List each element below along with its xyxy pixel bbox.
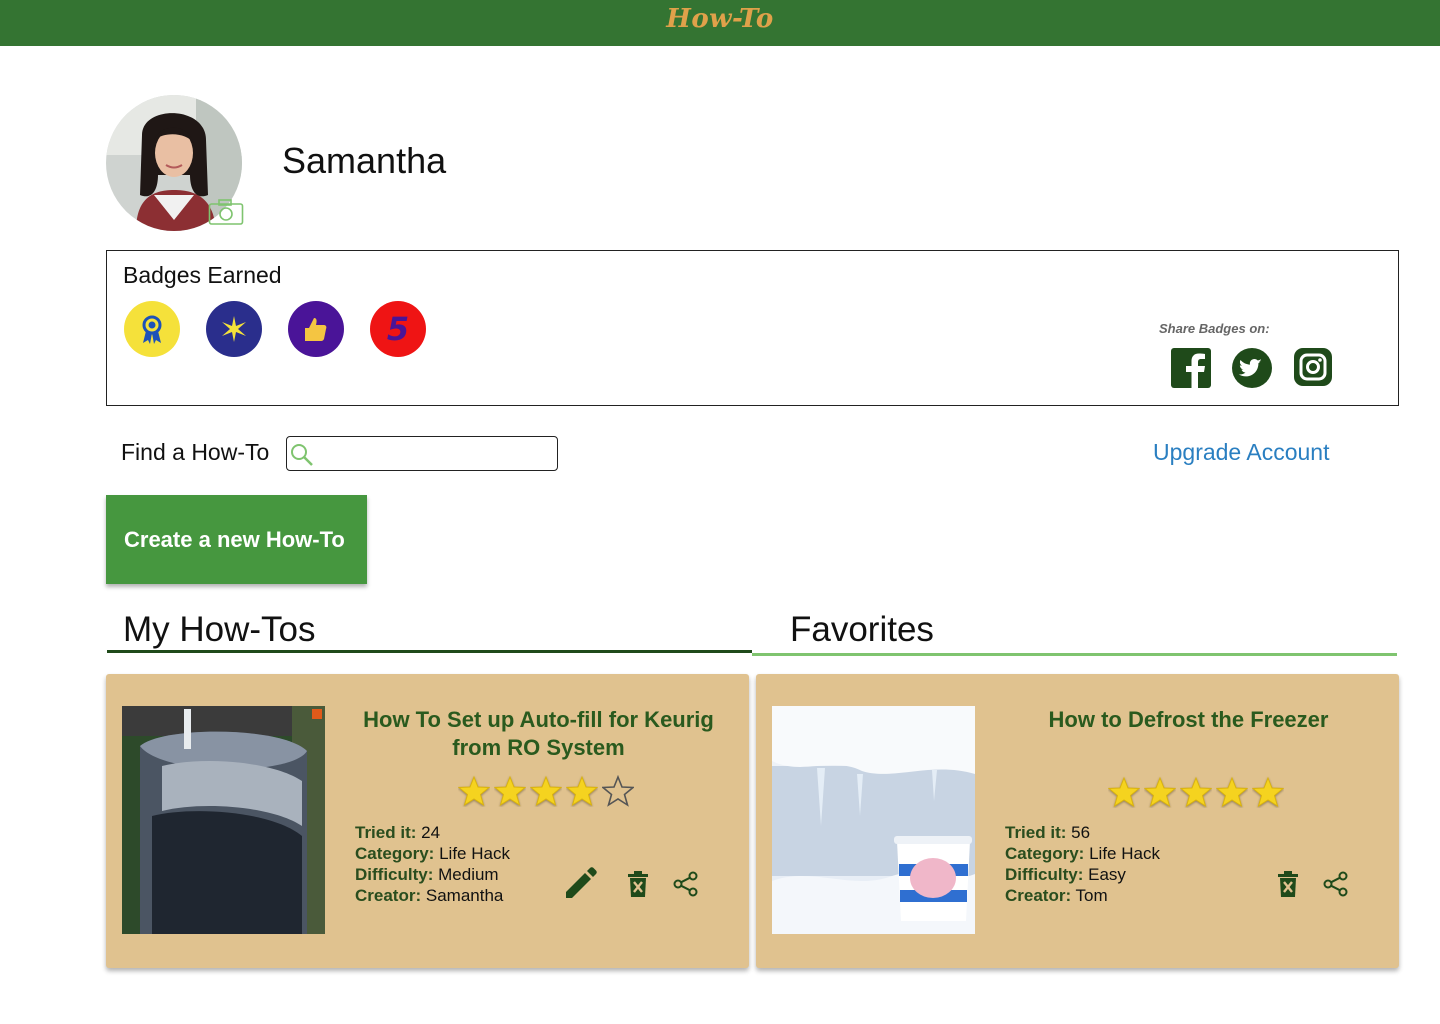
creator-value: Tom xyxy=(1075,886,1108,905)
star-filled-icon xyxy=(458,775,490,807)
star-filled-icon xyxy=(1144,776,1176,808)
tried-label: Tried it: xyxy=(355,823,417,842)
profile-name: Samantha xyxy=(282,140,447,181)
category-label: Category: xyxy=(355,844,435,863)
star-filled-icon xyxy=(1252,776,1284,808)
tried-value: 24 xyxy=(421,823,441,842)
creator-row: Creator: Tom xyxy=(1005,885,1160,906)
star-filled-icon xyxy=(530,775,562,807)
tried-label: Tried it: xyxy=(1005,823,1067,842)
facebook-icon[interactable] xyxy=(1170,347,1212,389)
upgrade-account-link[interactable]: Upgrade Account xyxy=(1153,439,1329,466)
share-icon[interactable] xyxy=(1323,871,1349,902)
tried-value: 56 xyxy=(1071,823,1091,842)
camera-icon[interactable] xyxy=(208,198,244,226)
category-row: Category: Life Hack xyxy=(355,843,510,864)
favorite-card[interactable]: How to Defrost the Freezer Tried it: 56 … xyxy=(756,674,1399,968)
difficulty-row: Difficulty: Easy xyxy=(1005,864,1160,885)
five-badge-icon[interactable]: 5 xyxy=(370,301,426,357)
instagram-icon[interactable] xyxy=(1293,347,1335,389)
category-value: Life Hack xyxy=(1089,844,1160,863)
share-badges-label: Share Badges on: xyxy=(1159,321,1270,336)
category-row: Category: Life Hack xyxy=(1005,843,1160,864)
app-logo[interactable]: How-To xyxy=(0,4,1440,34)
tried-row: Tried it: 24 xyxy=(355,822,510,843)
difficulty-value: Medium xyxy=(438,865,499,884)
difficulty-label: Difficulty: xyxy=(355,865,434,884)
tab-underline-active xyxy=(107,650,752,653)
rating-stars xyxy=(458,775,634,807)
freezer-image xyxy=(772,706,975,934)
search-input[interactable] xyxy=(319,441,551,465)
star-burst-badge-icon[interactable] xyxy=(206,301,262,357)
twitter-icon[interactable] xyxy=(1231,347,1273,389)
tab-favorites[interactable]: Favorites xyxy=(790,610,934,650)
difficulty-value: Easy xyxy=(1088,865,1126,884)
category-value: Life Hack xyxy=(439,844,510,863)
creator-label: Creator: xyxy=(355,886,422,905)
howto-meta: Tried it: 24 Category: Life Hack Difficu… xyxy=(355,822,510,906)
star-filled-icon xyxy=(1108,776,1140,808)
star-filled-icon xyxy=(566,775,598,807)
share-icon[interactable] xyxy=(673,871,699,902)
search-box[interactable] xyxy=(286,436,558,471)
top-bar: How-To xyxy=(0,0,1440,46)
favorite-meta: Tried it: 56 Category: Life Hack Difficu… xyxy=(1005,822,1160,906)
find-howto-label: Find a How-To xyxy=(121,439,270,465)
difficulty-label: Difficulty: xyxy=(1005,865,1084,884)
star-filled-icon xyxy=(1216,776,1248,808)
tab-underline-inactive xyxy=(752,653,1397,656)
badges-title: Badges Earned xyxy=(123,262,282,288)
difficulty-row: Difficulty: Medium xyxy=(355,864,510,885)
star-empty-icon xyxy=(602,775,634,807)
edit-icon[interactable] xyxy=(562,864,600,907)
ribbon-badge-icon[interactable] xyxy=(124,301,180,357)
creator-label: Creator: xyxy=(1005,886,1072,905)
tab-my-howtos[interactable]: My How-Tos xyxy=(123,610,316,650)
favorite-rating-stars xyxy=(1108,776,1284,808)
search-icon xyxy=(291,444,313,466)
create-howto-button[interactable]: Create a new How-To xyxy=(106,495,367,584)
howto-card[interactable]: How To Set up Auto-fill for Keurig from … xyxy=(106,674,749,968)
creator-value: Samantha xyxy=(425,886,504,905)
delete-icon[interactable] xyxy=(1277,870,1299,903)
five-badge-number: 5 xyxy=(386,310,410,348)
favorite-title[interactable]: How to Defrost the Freezer xyxy=(996,706,1381,734)
badges-panel: Badges Earned 5 Share Badges on: xyxy=(106,250,1399,406)
howto-title[interactable]: How To Set up Auto-fill for Keurig from … xyxy=(346,706,731,762)
category-label: Category: xyxy=(1005,844,1085,863)
star-filled-icon xyxy=(1180,776,1212,808)
keurig-image xyxy=(122,706,325,934)
thumbs-up-badge-icon[interactable] xyxy=(288,301,344,357)
creator-row: Creator: Samantha xyxy=(355,885,510,906)
tried-row: Tried it: 56 xyxy=(1005,822,1160,843)
star-filled-icon xyxy=(494,775,526,807)
delete-icon[interactable] xyxy=(627,870,649,903)
